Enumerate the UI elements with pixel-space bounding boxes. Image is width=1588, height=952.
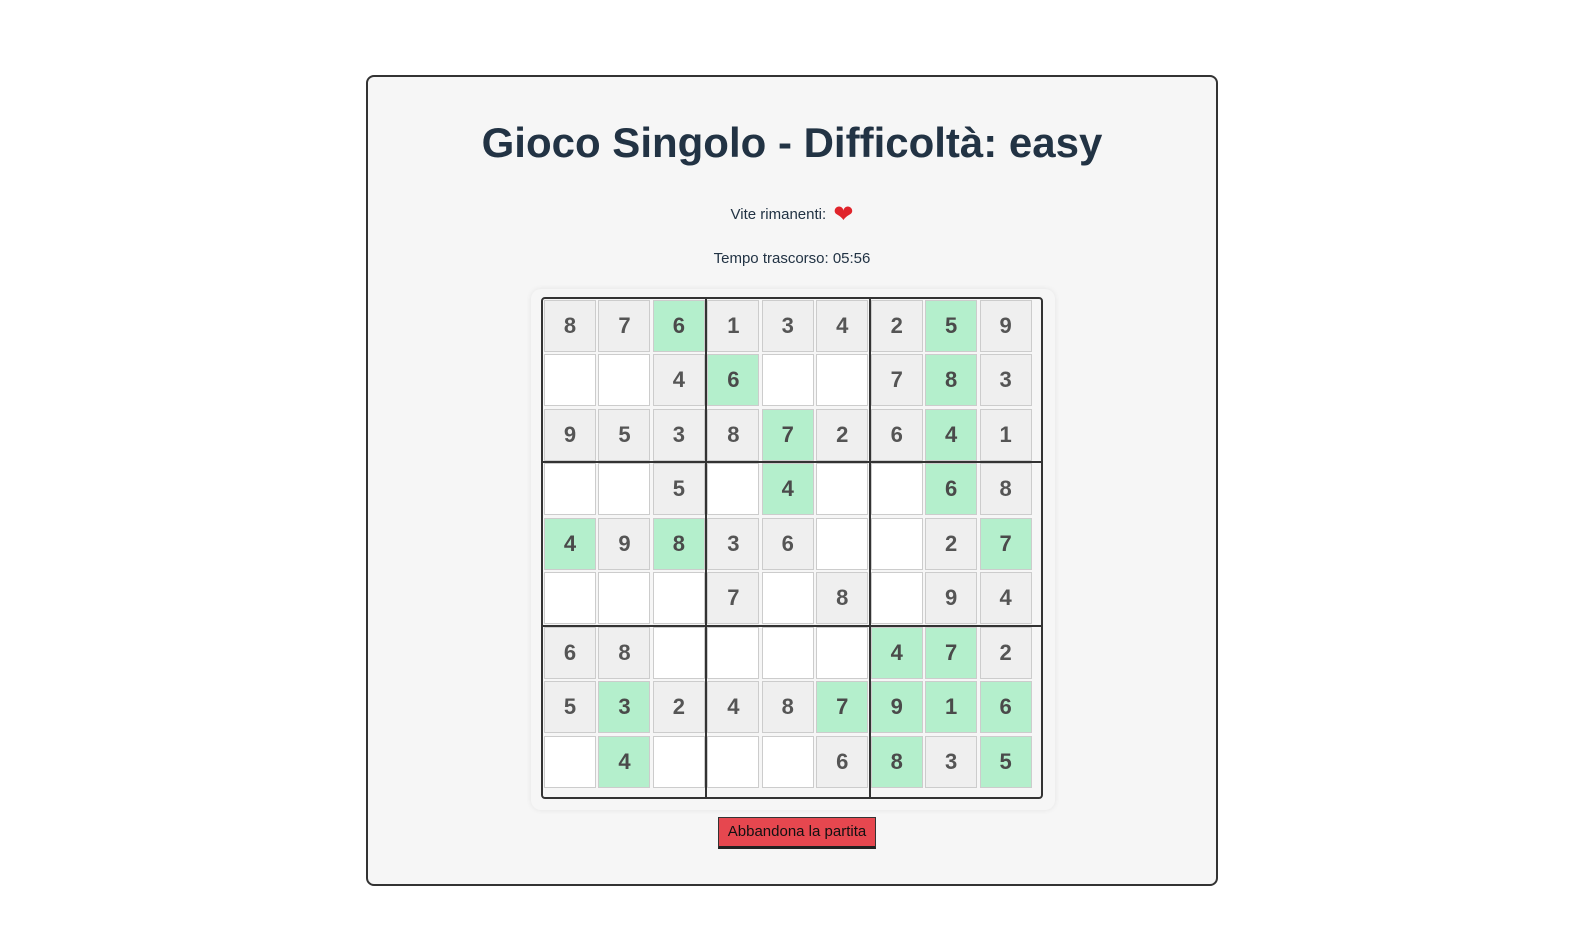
sudoku-cell[interactable] [707,735,760,788]
sudoku-cell[interactable]: 5 [652,463,705,516]
sudoku-cell[interactable]: 7 [870,354,923,407]
sudoku-cell[interactable]: 5 [979,735,1032,788]
sudoku-cell[interactable] [544,735,596,788]
sudoku-cell[interactable]: 3 [925,735,978,788]
sudoku-cell[interactable]: 5 [598,408,651,461]
sudoku-cell[interactable] [761,572,814,625]
sudoku-cell[interactable]: 4 [761,463,814,516]
sudoku-cell[interactable] [761,735,814,788]
sudoku-cell[interactable]: 1 [925,681,978,734]
elapsed-time: Tempo trascorso: 05:56 [713,250,871,267]
sudoku-cell[interactable]: 4 [870,626,923,679]
box-divider-vertical [705,299,708,797]
sudoku-cell[interactable]: 5 [544,681,596,734]
game-panel: Gioco Singolo - Difficoltà: easy Vite ri… [366,75,1218,886]
sudoku-cell[interactable]: 8 [652,517,705,570]
sudoku-cell[interactable]: 6 [544,626,596,679]
sudoku-cell[interactable]: 2 [925,517,978,570]
sudoku-cell[interactable]: 9 [544,408,596,461]
box-divider-horizontal [543,624,1041,627]
sudoku-cell[interactable]: 2 [816,408,869,461]
sudoku-cell[interactable]: 9 [870,681,923,734]
lives-indicator: Vite rimanenti: ❤ [368,201,1216,229]
sudoku-cell[interactable]: 4 [652,354,705,407]
sudoku-cell[interactable]: 3 [707,517,760,570]
sudoku-cell[interactable] [761,626,814,679]
sudoku-cell[interactable]: 3 [598,681,651,734]
page-title: Gioco Singolo - Difficoltà: easy [481,119,1103,166]
sudoku-cell[interactable]: 8 [870,735,923,788]
sudoku-cell[interactable]: 6 [979,681,1032,734]
sudoku-cell[interactable]: 4 [544,517,596,570]
sudoku-cell[interactable] [870,517,923,570]
sudoku-cell[interactable]: 8 [707,408,760,461]
sudoku-cell[interactable]: 4 [707,681,760,734]
sudoku-cell[interactable] [761,354,814,407]
sudoku-cell[interactable]: 7 [979,517,1032,570]
sudoku-cell[interactable]: 3 [761,300,814,352]
sudoku-cell[interactable]: 1 [979,408,1032,461]
sudoku-cell[interactable]: 4 [925,408,978,461]
sudoku-cell[interactable]: 8 [816,572,869,625]
sudoku-cell[interactable]: 5 [925,300,978,352]
sudoku-cell[interactable]: 4 [979,572,1032,625]
sudoku-cell[interactable]: 4 [598,735,651,788]
sudoku-cell[interactable]: 7 [816,681,869,734]
sudoku-board: 8761342594678395387264154684983627789468… [541,297,1043,799]
sudoku-cell[interactable]: 7 [707,572,760,625]
sudoku-cell[interactable]: 1 [707,300,760,352]
sudoku-cell[interactable]: 8 [761,681,814,734]
sudoku-cell[interactable]: 7 [598,300,651,352]
abandon-game-button[interactable]: Abbandona la partita [718,817,876,849]
sudoku-cell[interactable]: 8 [544,300,596,352]
sudoku-cell[interactable] [707,463,760,516]
sudoku-cell[interactable]: 8 [598,626,651,679]
sudoku-cell[interactable]: 2 [652,681,705,734]
heart-icon: ❤ [833,201,854,228]
sudoku-cell[interactable]: 4 [816,300,869,352]
board-container: 8761342594678395387264154684983627789468… [531,289,1055,810]
sudoku-cell[interactable] [598,463,651,516]
sudoku-cell[interactable] [870,463,923,516]
sudoku-cell[interactable] [816,517,869,570]
sudoku-cell[interactable]: 2 [870,300,923,352]
sudoku-cell[interactable]: 6 [707,354,760,407]
sudoku-cell[interactable] [816,354,869,407]
sudoku-cell[interactable] [652,735,705,788]
sudoku-cell[interactable]: 6 [652,300,705,352]
sudoku-cell[interactable]: 9 [979,300,1032,352]
sudoku-cell[interactable]: 8 [925,354,978,407]
sudoku-cell[interactable]: 3 [652,408,705,461]
sudoku-cell[interactable]: 6 [925,463,978,516]
sudoku-cell[interactable]: 8 [979,463,1032,516]
sudoku-cell[interactable] [598,572,651,625]
lives-label: Vite rimanenti: [730,206,827,223]
box-divider-vertical [868,299,871,797]
sudoku-cell[interactable] [544,354,596,407]
sudoku-cell[interactable]: 6 [761,517,814,570]
sudoku-cell[interactable] [816,626,869,679]
sudoku-cell[interactable] [544,572,596,625]
sudoku-cell[interactable]: 9 [925,572,978,625]
sudoku-cell[interactable]: 7 [925,626,978,679]
sudoku-cell[interactable] [652,572,705,625]
sudoku-cell[interactable]: 6 [870,408,923,461]
sudoku-cell[interactable] [544,463,596,516]
sudoku-cell[interactable] [652,626,705,679]
sudoku-cell[interactable]: 3 [979,354,1032,407]
sudoku-cell[interactable]: 6 [816,735,869,788]
sudoku-cell[interactable] [598,354,651,407]
sudoku-cell[interactable] [816,463,869,516]
sudoku-cell[interactable]: 7 [761,408,814,461]
box-divider-horizontal [543,461,1041,464]
sudoku-cell[interactable]: 2 [979,626,1032,679]
sudoku-cell[interactable]: 9 [598,517,651,570]
sudoku-cell[interactable] [707,626,760,679]
sudoku-cell[interactable] [870,572,923,625]
